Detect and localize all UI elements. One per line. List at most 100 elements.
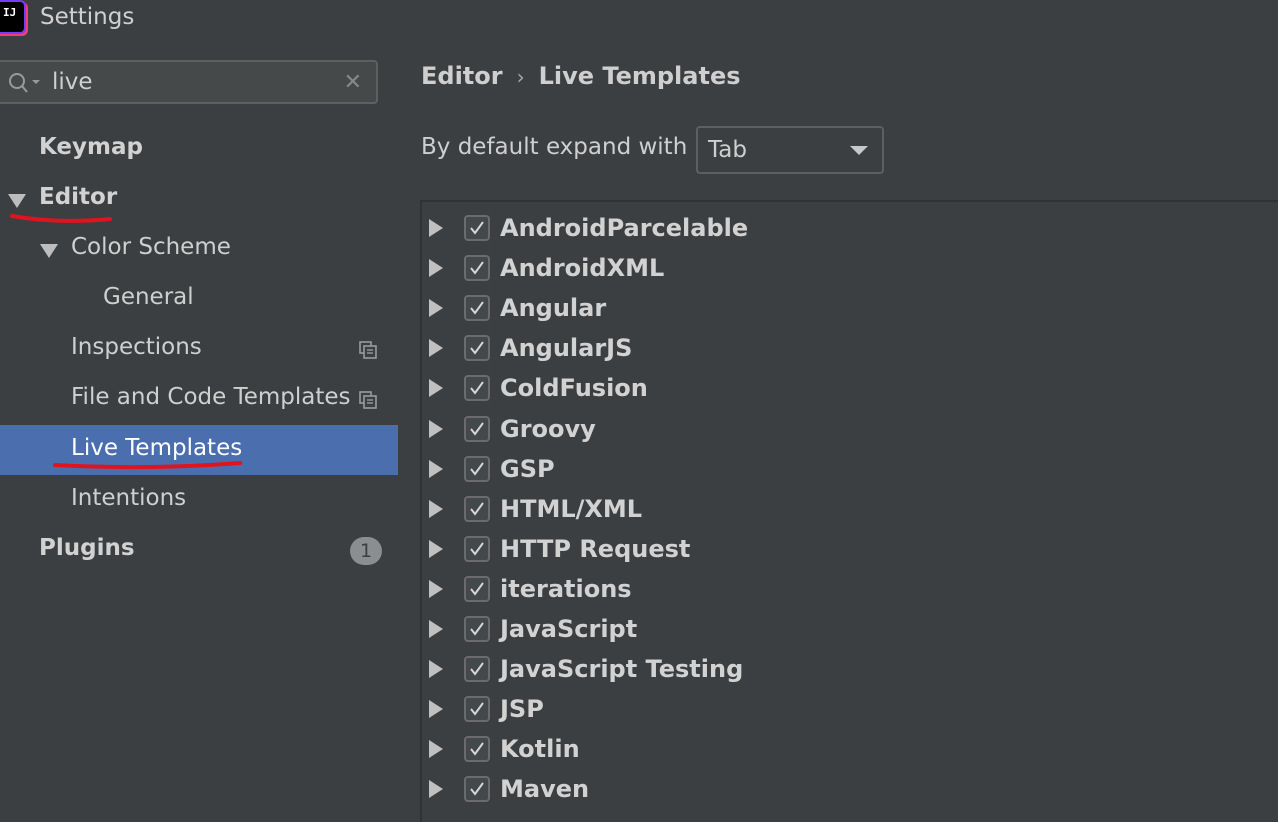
template-groups-tree: AndroidParcelable AndroidXML Angular Angula… — [420, 200, 1278, 822]
sidebar-item-label: General — [103, 284, 194, 310]
expand-arrow-icon[interactable] — [429, 780, 443, 799]
template-group-row[interactable]: GSP — [422, 449, 1278, 489]
expand-arrow-icon[interactable] — [429, 299, 443, 318]
template-group-row[interactable]: HTML/XML — [422, 489, 1278, 529]
sidebar-item-label: Plugins — [39, 535, 135, 561]
template-group-checkbox[interactable] — [464, 656, 490, 683]
checkmark-icon — [470, 221, 484, 235]
template-group-name: Groovy — [500, 414, 596, 443]
template-group-checkbox[interactable] — [464, 295, 490, 322]
sidebar-item-intentions[interactable]: Intentions — [0, 475, 398, 525]
expand-with-dropdown[interactable]: Tab — [696, 126, 884, 174]
expand-with-label: By default expand with — [421, 134, 688, 160]
template-group-row[interactable]: JavaScript Testing — [422, 649, 1278, 689]
template-group-name: AndroidParcelable — [500, 214, 749, 242]
expand-arrow-icon[interactable] — [429, 499, 443, 518]
expand-arrow-icon[interactable] — [429, 579, 443, 598]
template-group-checkbox[interactable] — [464, 255, 490, 282]
breadcrumb-item[interactable]: Editor — [421, 62, 503, 90]
template-group-row[interactable]: Kotlin — [422, 729, 1278, 769]
sidebar-item-color-scheme[interactable]: Color Scheme — [0, 224, 398, 274]
sidebar-item-label: Keymap — [39, 134, 143, 160]
expand-arrow-icon[interactable] — [429, 379, 443, 398]
template-group-checkbox[interactable] — [464, 415, 490, 442]
settings-main-panel: Editor › Live Templates By default expand … — [398, 44, 1278, 822]
sidebar-item-live-templates[interactable]: Live Templates — [0, 425, 398, 475]
template-group-checkbox[interactable] — [464, 495, 490, 522]
template-group-name: HTML/XML — [500, 494, 643, 523]
expand-arrow-icon[interactable] — [429, 539, 443, 558]
checkmark-icon — [470, 381, 484, 396]
template-group-name: Angular — [500, 294, 607, 323]
search-icon[interactable] — [8, 71, 42, 95]
template-group-row[interactable]: Angular — [422, 288, 1278, 328]
sidebar-item-inspections[interactable]: Inspections — [0, 324, 398, 374]
search-input[interactable] — [52, 68, 322, 96]
template-group-row[interactable]: iterations — [422, 569, 1278, 609]
template-group-checkbox[interactable] — [464, 455, 490, 482]
template-group-row[interactable]: ColdFusion — [422, 368, 1278, 408]
checkmark-icon — [470, 662, 484, 676]
expand-arrow-icon[interactable] — [429, 660, 443, 679]
template-group-checkbox[interactable] — [464, 335, 490, 362]
expand-arrow-icon[interactable] — [429, 339, 443, 358]
updates-count-badge: 1 — [350, 537, 382, 565]
clear-search-icon[interactable]: ✕ — [344, 71, 362, 95]
checkmark-icon — [470, 421, 484, 436]
template-group-checkbox[interactable] — [464, 616, 490, 642]
checkmark-icon — [470, 742, 484, 756]
template-group-name: AndroidXML — [500, 254, 665, 283]
template-group-checkbox[interactable] — [464, 776, 490, 803]
breadcrumb-separator: › — [516, 65, 525, 89]
sidebar-item-label: Editor — [39, 184, 118, 210]
expand-arrow-icon[interactable] — [429, 620, 443, 638]
project-scope-icon — [359, 341, 377, 359]
template-group-name: JavaScript — [500, 615, 638, 643]
expand-arrow-icon[interactable] — [429, 459, 443, 478]
template-group-checkbox[interactable] — [464, 575, 490, 602]
expand-arrow-icon[interactable] — [429, 259, 443, 278]
template-group-name: AngularJS — [500, 334, 633, 363]
template-group-row[interactable]: Maven — [422, 769, 1278, 809]
template-group-checkbox[interactable] — [464, 375, 490, 402]
template-group-row[interactable]: JSP — [422, 689, 1278, 729]
project-scope-icon — [359, 391, 377, 409]
breadcrumb-item: Live Templates — [538, 62, 741, 90]
template-group-row[interactable]: AngularJS — [422, 328, 1278, 368]
window-title: Settings — [40, 4, 135, 30]
template-group-checkbox[interactable] — [464, 736, 490, 763]
expand-arrow-icon[interactable] — [429, 700, 443, 719]
collapse-arrow-icon[interactable] — [40, 244, 58, 258]
sidebar-item-plugins[interactable]: Plugins 1 — [0, 525, 398, 575]
template-group-row[interactable]: JavaScript — [422, 609, 1278, 649]
template-group-name: Maven — [500, 775, 590, 804]
expand-arrow-icon[interactable] — [429, 419, 443, 438]
checkmark-icon — [470, 542, 484, 556]
template-group-name: Kotlin — [500, 735, 580, 764]
sidebar-item-label: Color Scheme — [71, 234, 231, 260]
template-group-name: ColdFusion — [500, 374, 648, 403]
template-group-row[interactable]: Groovy — [422, 409, 1278, 449]
sidebar-item-general[interactable]: General — [0, 274, 398, 324]
template-group-checkbox[interactable] — [464, 215, 490, 241]
checkmark-icon — [470, 622, 484, 636]
expand-arrow-icon[interactable] — [429, 219, 443, 237]
sidebar-item-file-and-code-templates[interactable]: File and Code Templates — [0, 374, 398, 424]
checkmark-icon — [470, 341, 484, 355]
template-group-checkbox[interactable] — [464, 535, 490, 562]
red-underline-annotation — [53, 461, 242, 470]
search-box[interactable]: ✕ — [0, 60, 378, 104]
expand-arrow-icon[interactable] — [429, 740, 443, 759]
dropdown-value: Tab — [708, 137, 747, 163]
template-group-name: GSP — [500, 454, 555, 483]
template-group-row[interactable]: AndroidXML — [422, 248, 1278, 288]
app-logo-icon: IJ — [0, 2, 24, 32]
collapse-arrow-icon[interactable] — [8, 194, 26, 208]
template-group-checkbox[interactable] — [464, 696, 490, 723]
sidebar-item-editor[interactable]: Editor — [0, 174, 398, 224]
checkmark-icon — [470, 782, 484, 797]
template-group-row[interactable]: HTTP Request — [422, 529, 1278, 569]
template-group-row[interactable]: AndroidParcelable — [422, 208, 1278, 248]
sidebar-item-keymap[interactable]: Keymap — [0, 124, 398, 174]
app-logo-text: IJ — [3, 6, 17, 19]
